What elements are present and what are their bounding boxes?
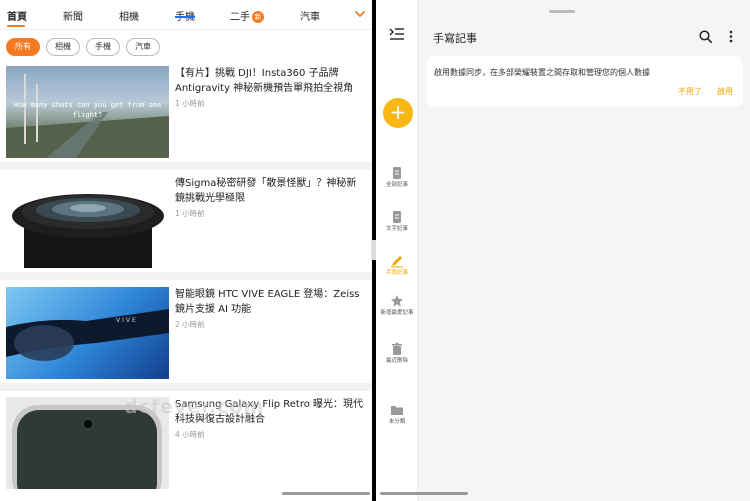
- lens-illustration: [12, 194, 164, 268]
- nav-label: 最近刪除: [385, 358, 408, 364]
- article-time: 2 小時前: [175, 320, 205, 329]
- nav-uncategorized[interactable]: 未分類: [376, 403, 418, 426]
- watermark: dcfever.com: [124, 396, 265, 418]
- home-indicator[interactable]: [282, 492, 370, 495]
- tab-secondhand-label: 二手: [230, 12, 250, 23]
- page-title: 手寫記事: [433, 32, 477, 45]
- text-note-icon: [393, 211, 401, 223]
- star-icon: [391, 295, 403, 307]
- more-options-icon[interactable]: [729, 30, 733, 43]
- tab-camera[interactable]: 相機: [119, 8, 139, 23]
- nav-label: 新增最愛記事: [380, 310, 414, 316]
- list-separator: [0, 272, 372, 280]
- filter-chips: 所有 相機 手機 汽車: [6, 38, 160, 56]
- notes-nav-rail: + 全部記事 文字記事 手寫記事 新增最愛記事 最近刪除 未分類: [376, 0, 418, 501]
- article-title[interactable]: 智能眼鏡 HTC VIVE EAGLE 登場：Zeiss 鏡片支援 AI 功能: [175, 287, 365, 317]
- nav-label: 手寫記事: [385, 270, 408, 276]
- list-item[interactable]: How many shots can you get from one flig…: [0, 66, 372, 158]
- thumbnail-caption: How many shots can you get from one flig…: [13, 101, 162, 119]
- notes-app: + 全部記事 文字記事 手寫記事 新增最愛記事 最近刪除 未分類 手寫記事 啟用…: [376, 0, 750, 501]
- tab-home[interactable]: 首頁: [7, 8, 27, 23]
- nav-label: 全部記事: [385, 182, 408, 188]
- tab-phone[interactable]: 手機: [175, 8, 195, 23]
- chip-phone[interactable]: 手機: [86, 38, 120, 56]
- folder-icon: [391, 406, 403, 415]
- article-title[interactable]: 傳Sigma秘密研發「散景怪獸」？神秘新鏡挑戰光學極限: [175, 176, 365, 206]
- article-title[interactable]: 【有片】挑戰 DJI！Insta360 子品牌 Antigravity 神秘新機…: [175, 66, 365, 96]
- nav-handwritten-notes[interactable]: 手寫記事: [376, 254, 418, 277]
- list-separator: [0, 162, 372, 170]
- notes-main: 手寫記事 啟用數據同步，在多部榮耀裝置之間存取和管理您的個人數據 不用了 啟用: [419, 0, 750, 501]
- news-tab-bar: 首頁 新聞 相機 手機 二手新 汽車: [0, 0, 372, 30]
- glasses-illustration: [6, 309, 169, 361]
- nav-favorite-notes[interactable]: 新增最愛記事: [376, 294, 418, 317]
- nav-recently-deleted[interactable]: 最近刪除: [376, 342, 418, 365]
- tab-news[interactable]: 新聞: [63, 8, 83, 23]
- chip-all[interactable]: 所有: [6, 38, 40, 56]
- article-time: 1 小時前: [175, 209, 205, 218]
- sync-prompt-card: 啟用數據同步，在多部榮耀裝置之間存取和管理您的個人數據 不用了 啟用: [426, 56, 743, 107]
- tab-cars[interactable]: 汽車: [300, 8, 320, 23]
- chip-camera[interactable]: 相機: [46, 38, 80, 56]
- search-icon[interactable]: [699, 30, 712, 43]
- trash-icon: [392, 342, 402, 355]
- chevron-down-icon[interactable]: [354, 8, 366, 20]
- chip-cars[interactable]: 汽車: [126, 38, 160, 56]
- nav-text-notes[interactable]: 文字記事: [376, 210, 418, 233]
- collapse-menu-icon[interactable]: [389, 27, 405, 41]
- nav-label: 文字記事: [385, 226, 408, 232]
- article-time: 1 小時前: [175, 99, 205, 108]
- list-separator: [0, 383, 372, 391]
- thumbnail-caption: VIVE: [116, 317, 138, 324]
- window-grab-handle[interactable]: [549, 10, 575, 13]
- enable-sync-button[interactable]: 啟用: [717, 86, 733, 97]
- new-badge: 新: [252, 11, 264, 23]
- article-thumbnail: VIVE: [6, 287, 169, 379]
- active-tab-indicator: [7, 25, 25, 27]
- pen-icon: [391, 256, 403, 268]
- new-note-button[interactable]: +: [383, 98, 413, 128]
- dismiss-button[interactable]: 不用了: [678, 86, 702, 97]
- tab-secondhand[interactable]: 二手新: [230, 8, 264, 23]
- nav-all-notes[interactable]: 全部記事: [376, 166, 418, 189]
- list-item[interactable]: VIVE 智能眼鏡 HTC VIVE EAGLE 登場：Zeiss 鏡片支援 A…: [0, 287, 372, 379]
- nav-label: 未分類: [388, 419, 406, 425]
- list-item[interactable]: 傳Sigma秘密研發「散景怪獸」？神秘新鏡挑戰光學極限 1 小時前: [0, 176, 372, 268]
- news-app: 首頁 新聞 相機 手機 二手新 汽車 所有 相機 手機 汽車 How many …: [0, 0, 372, 501]
- article-time: 4 小時前: [175, 430, 205, 439]
- home-indicator[interactable]: [380, 492, 468, 495]
- article-thumbnail: [6, 176, 169, 268]
- sync-prompt-message: 啟用數據同步，在多部榮耀裝置之間存取和管理您的個人數據: [434, 68, 650, 77]
- note-icon: [393, 167, 401, 179]
- article-thumbnail: How many shots can you get from one flig…: [6, 66, 169, 158]
